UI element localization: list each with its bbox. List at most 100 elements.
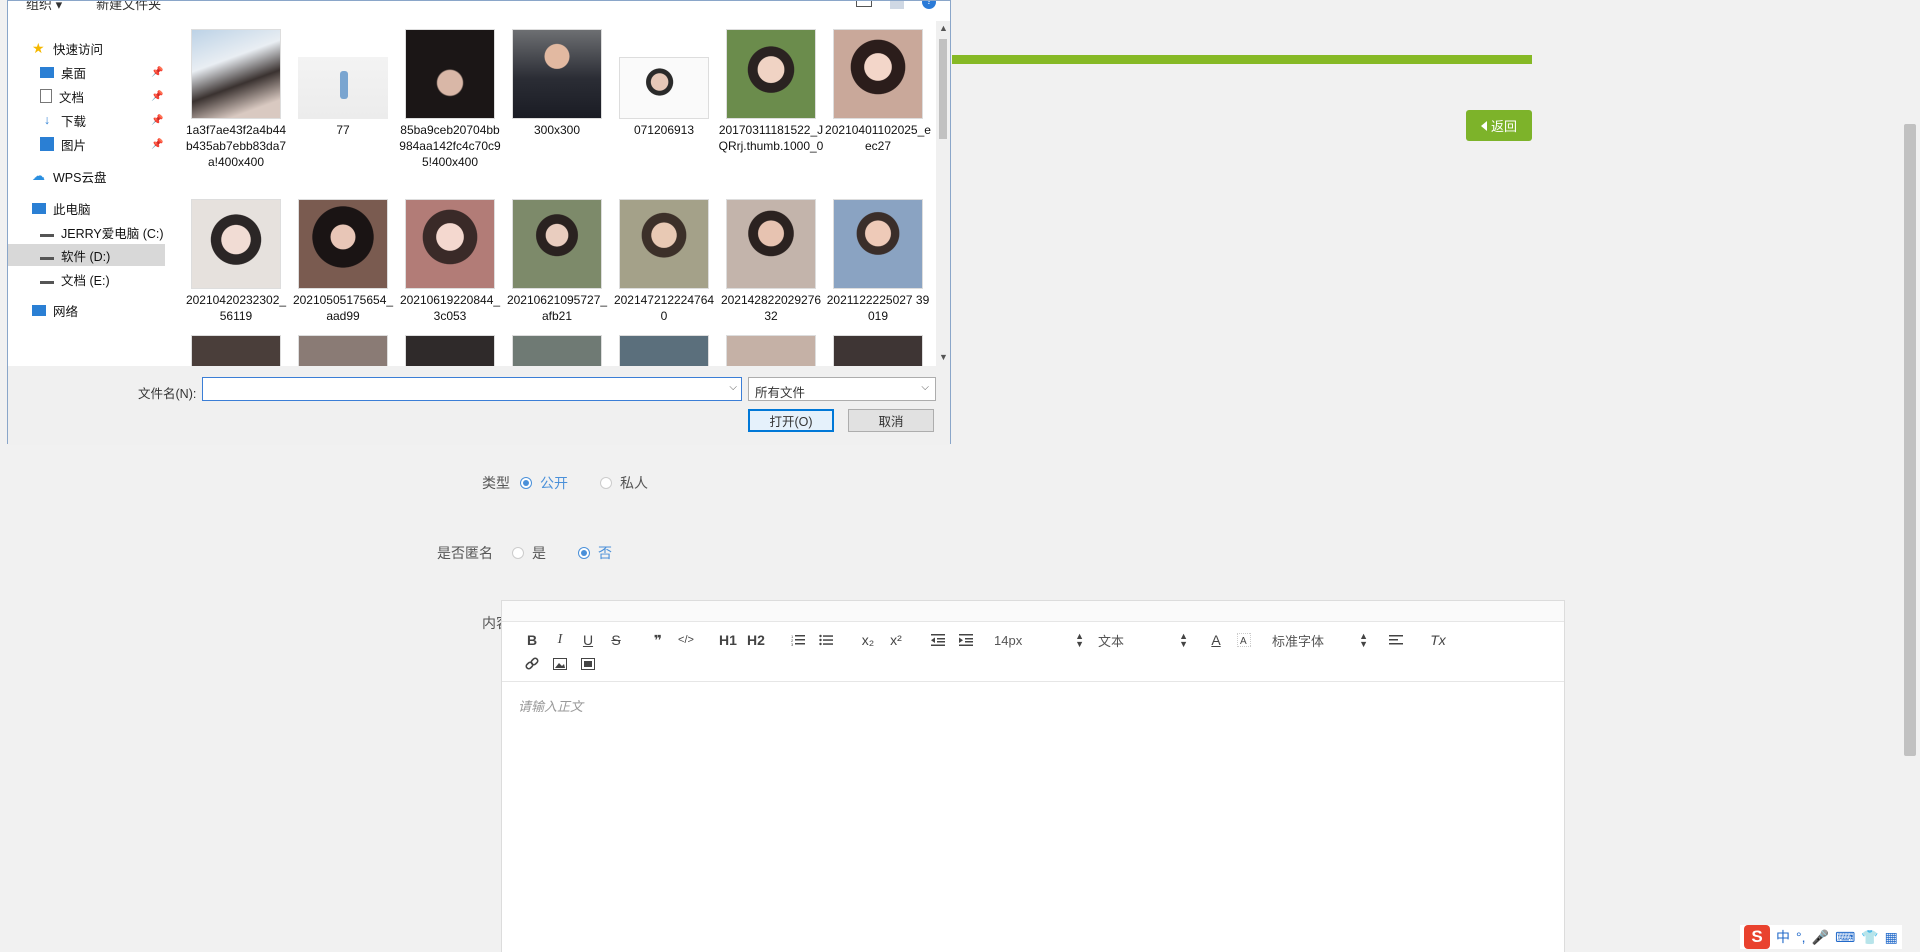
sogou-logo-icon[interactable]: S <box>1744 925 1770 949</box>
ordered-list-icon[interactable]: 123 <box>784 629 812 651</box>
clear-format-button[interactable]: Tx <box>1424 629 1452 651</box>
scroll-thumb[interactable] <box>939 39 947 139</box>
nav-quick-access[interactable]: ★ 快速访问 <box>32 37 103 59</box>
file-item[interactable]: 2021472122247640 <box>611 199 717 324</box>
font-size-select[interactable]: 14px ▲ ▼ <box>994 632 1084 649</box>
file-item[interactable]: 1a3f7ae43f2a4b44b435ab7ebb83da7a!400x400 <box>183 29 289 170</box>
file-item[interactable] <box>290 335 396 366</box>
new-folder-button[interactable]: 新建文件夹 <box>96 1 161 13</box>
nav-desktop[interactable]: 桌面 📌 <box>40 61 170 83</box>
organize-button[interactable]: 组织 ▾ <box>26 1 62 13</box>
scroll-up-icon[interactable]: ▲ <box>939 23 948 33</box>
ime-lang[interactable]: 中 <box>1776 927 1790 947</box>
font-family-select[interactable]: 标准字体 ▲ ▼ <box>1272 631 1368 650</box>
anonymous-yes-option[interactable]: 是 <box>512 543 546 563</box>
subscript-button[interactable]: x₂ <box>854 629 882 651</box>
code-button[interactable]: </> <box>672 629 700 651</box>
nav-drive-e[interactable]: 文档 (E:) <box>40 268 110 290</box>
nav-this-pc[interactable]: 此电脑 <box>32 197 91 219</box>
type-private-radio[interactable] <box>600 477 612 489</box>
file-item[interactable]: 20214282202927632 <box>718 199 824 324</box>
skin-icon[interactable]: 👕 <box>1861 929 1878 946</box>
nav-drive-d[interactable]: 软件 (D:) <box>8 244 165 266</box>
anonymous-no-radio[interactable] <box>578 547 590 559</box>
align-icon[interactable] <box>1382 629 1410 651</box>
file-item[interactable]: 77 <box>290 29 396 138</box>
microphone-icon[interactable]: 🎤 <box>1812 929 1829 946</box>
type-public-radio[interactable] <box>520 477 532 489</box>
file-item[interactable]: 300x300 <box>504 29 610 138</box>
file-item[interactable] <box>504 335 610 366</box>
background-color-icon[interactable]: A <box>1230 629 1258 651</box>
nav-drive-c[interactable]: JERRY爱电脑 (C:) <box>40 221 164 243</box>
file-thumbnail <box>405 335 495 366</box>
file-item[interactable]: 20210420232302_56119 <box>183 199 289 324</box>
nav-pictures[interactable]: 图片 📌 <box>40 133 170 155</box>
file-item[interactable] <box>183 335 289 366</box>
file-item[interactable]: 20210619220844_3c053 <box>397 199 503 324</box>
underline-button[interactable]: U <box>574 629 602 651</box>
superscript-button[interactable]: x² <box>882 629 910 651</box>
back-button[interactable]: 返回 <box>1466 110 1532 141</box>
file-item[interactable]: 20170311181522_JQRrj.thumb.1000_0 <box>718 29 824 154</box>
link-icon[interactable] <box>518 653 546 675</box>
file-item[interactable]: 2021122225027 39019 <box>825 199 931 324</box>
nav-pictures-label: 图片 <box>61 138 87 153</box>
scroll-down-icon[interactable]: ▼ <box>939 352 948 362</box>
nav-network[interactable]: 网络 <box>32 299 78 321</box>
page-scrollbar[interactable] <box>1904 124 1916 756</box>
nav-downloads[interactable]: ↓ 下载 📌 <box>40 109 170 131</box>
chevron-down-icon[interactable]: ⌵ <box>729 382 737 393</box>
chevron-down-icon: ⌵ <box>921 382 929 393</box>
block-type-select[interactable]: 文本 ▲ ▼ <box>1098 631 1188 650</box>
file-item[interactable] <box>718 335 824 366</box>
image-icon[interactable] <box>546 653 574 675</box>
file-item[interactable]: 85ba9ceb20704bb984aa142fc4c70c95!400x400 <box>397 29 503 170</box>
video-icon[interactable] <box>574 653 602 675</box>
h2-button[interactable]: H2 <box>742 629 770 651</box>
editor-toolbar: B I U S ❞ </> H1 H2 123 x₂ x² 14px ▲ ▼ 文… <box>502 622 1564 682</box>
file-thumbnail <box>833 335 923 366</box>
preview-pane-icon[interactable] <box>890 1 904 9</box>
ime-punct[interactable]: °, <box>1796 929 1806 945</box>
help-icon[interactable]: ? <box>922 1 936 9</box>
keyboard-icon[interactable]: ⌨ <box>1835 929 1855 946</box>
file-item[interactable]: 20210621095727_afb21 <box>504 199 610 324</box>
file-item[interactable] <box>825 335 931 366</box>
file-item[interactable] <box>397 335 503 366</box>
anonymous-yes-radio[interactable] <box>512 547 524 559</box>
file-name: 1a3f7ae43f2a4b44b435ab7ebb83da7a!400x400 <box>185 123 287 169</box>
file-thumbnail <box>833 29 923 119</box>
open-button[interactable]: 打开(O) <box>748 409 834 432</box>
type-private-option[interactable]: 私人 <box>600 473 648 493</box>
file-item[interactable]: 20210505175654_aad99 <box>290 199 396 324</box>
document-icon <box>40 89 52 103</box>
italic-button[interactable]: I <box>546 629 574 651</box>
nav-drive-c-label: JERRY爱电脑 (C:) <box>61 226 164 241</box>
file-item[interactable] <box>611 335 717 366</box>
font-color-button[interactable]: A <box>1202 629 1230 651</box>
file-item[interactable]: 071206913 <box>611 29 717 138</box>
view-mode-icon[interactable] <box>856 1 872 7</box>
file-item[interactable]: 20210401102025_eec27 <box>825 29 931 154</box>
anonymous-no-option[interactable]: 否 <box>578 543 612 563</box>
bold-button[interactable]: B <box>518 629 546 651</box>
type-public-option[interactable]: 公开 <box>520 473 568 493</box>
ime-toolbar: S 中 °, 🎤 ⌨ 👕 ▦ <box>1740 925 1902 949</box>
nav-documents[interactable]: 文档 📌 <box>40 85 170 107</box>
svg-text:3: 3 <box>791 642 794 646</box>
editor-content[interactable]: 请输入正文 <box>502 682 1564 729</box>
file-grid-scrollbar[interactable]: ▲ ▼ <box>936 21 950 366</box>
computer-icon <box>32 202 46 214</box>
h1-button[interactable]: H1 <box>714 629 742 651</box>
grid-icon[interactable]: ▦ <box>1885 929 1898 946</box>
indent-icon[interactable] <box>952 629 980 651</box>
filename-input[interactable]: ⌵ <box>202 377 742 401</box>
filetype-select[interactable]: 所有文件 ⌵ <box>748 377 936 401</box>
quote-button[interactable]: ❞ <box>644 629 672 651</box>
nav-wps[interactable]: ☁ WPS云盘 <box>32 165 106 187</box>
outdent-icon[interactable] <box>924 629 952 651</box>
cancel-button[interactable]: 取消 <box>848 409 934 432</box>
bullet-list-icon[interactable] <box>812 629 840 651</box>
strike-button[interactable]: S <box>602 629 630 651</box>
